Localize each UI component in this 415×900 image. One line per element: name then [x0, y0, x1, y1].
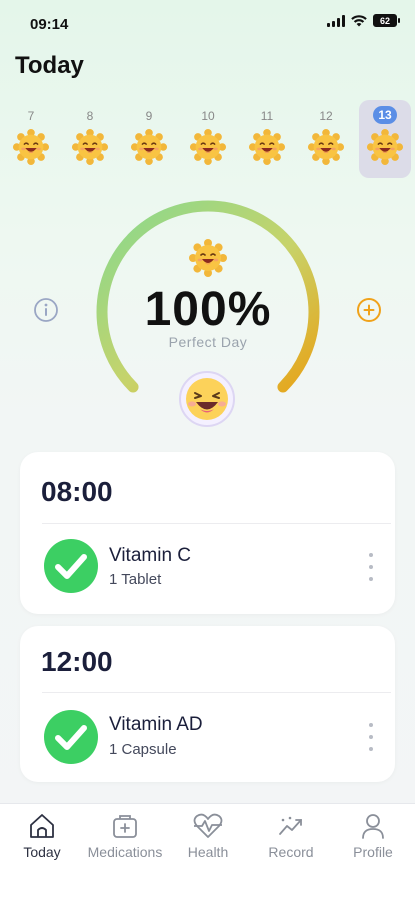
- tab-record[interactable]: Record: [246, 812, 336, 860]
- sun-mascot-icon: [12, 128, 50, 166]
- day-number: 12: [319, 109, 333, 123]
- sun-mascot-icon: [366, 128, 404, 166]
- day-9[interactable]: 9: [123, 100, 175, 178]
- day-12[interactable]: 12: [300, 100, 352, 178]
- heart-pulse-icon: [193, 813, 223, 838]
- tab-label: Record: [268, 844, 314, 860]
- battery-icon: 62: [373, 14, 400, 27]
- day-8[interactable]: 8: [64, 100, 116, 178]
- day-number: 8: [86, 109, 94, 123]
- sun-mascot-icon: [189, 128, 227, 166]
- cellular-signal-icon: [327, 14, 345, 27]
- day-number: 11: [260, 109, 274, 123]
- medication-dose: 1 Tablet: [109, 571, 162, 588]
- divider: [42, 523, 391, 524]
- tab-label: Today: [23, 844, 61, 860]
- status-bar: 09:14 62: [0, 0, 415, 48]
- battery-level: 62: [374, 15, 396, 26]
- tab-label: Health: [187, 844, 229, 860]
- week-strip: 7 8 9 10 11 12 13: [0, 100, 415, 180]
- divider: [42, 692, 391, 693]
- progress-value: 100%: [144, 283, 272, 336]
- schedule-time: 08:00: [41, 476, 113, 507]
- medication-name[interactable]: Vitamin AD: [109, 714, 203, 736]
- status-icons: 62: [327, 14, 400, 27]
- tab-label: Medications: [87, 844, 163, 860]
- sun-mascot-icon: [188, 238, 228, 278]
- tab-label: Profile: [353, 844, 393, 860]
- day-number: 13: [373, 106, 397, 124]
- day-10[interactable]: 10: [182, 100, 234, 178]
- more-options-icon[interactable]: [367, 723, 375, 751]
- page-title: Today: [15, 52, 84, 79]
- day-7[interactable]: 7: [5, 100, 57, 178]
- sun-mascot-icon: [130, 128, 168, 166]
- day-11[interactable]: 11: [241, 100, 293, 178]
- tab-today[interactable]: Today: [0, 812, 87, 860]
- tab-bar: Today Medications Health Record Profile: [0, 803, 415, 900]
- taken-check-icon[interactable]: [43, 709, 99, 765]
- info-icon[interactable]: [33, 297, 59, 323]
- day-number: 9: [145, 109, 153, 123]
- trend-chart-icon: [279, 816, 302, 835]
- medication-name[interactable]: Vitamin C: [109, 545, 191, 567]
- sun-mascot-icon: [248, 128, 286, 166]
- more-options-icon[interactable]: [367, 553, 375, 581]
- day-number: 10: [201, 109, 215, 123]
- laughing-face-icon: [179, 371, 235, 427]
- add-icon[interactable]: [356, 297, 382, 323]
- taken-check-icon[interactable]: [43, 538, 99, 594]
- tab-health[interactable]: Health: [163, 812, 253, 860]
- day-number: 7: [27, 109, 35, 123]
- wifi-icon: [351, 14, 367, 26]
- status-time: 09:14: [30, 16, 69, 33]
- tab-medications[interactable]: Medications: [80, 812, 170, 860]
- medication-dose: 1 Capsule: [109, 741, 177, 758]
- schedule-time: 12:00: [41, 646, 113, 677]
- sun-mascot-icon: [71, 128, 109, 166]
- schedule-card-1200: 12:00 Vitamin AD 1 Capsule: [20, 626, 395, 782]
- home-icon: [30, 814, 54, 838]
- day-13[interactable]: 13: [359, 100, 411, 178]
- schedule-card-0800: 08:00 Vitamin C 1 Tablet: [20, 452, 395, 614]
- tab-profile[interactable]: Profile: [328, 812, 415, 860]
- person-icon: [362, 814, 384, 839]
- medicine-box-icon: [113, 815, 137, 838]
- sun-mascot-icon: [307, 128, 345, 166]
- progress-label: Perfect Day: [168, 334, 248, 350]
